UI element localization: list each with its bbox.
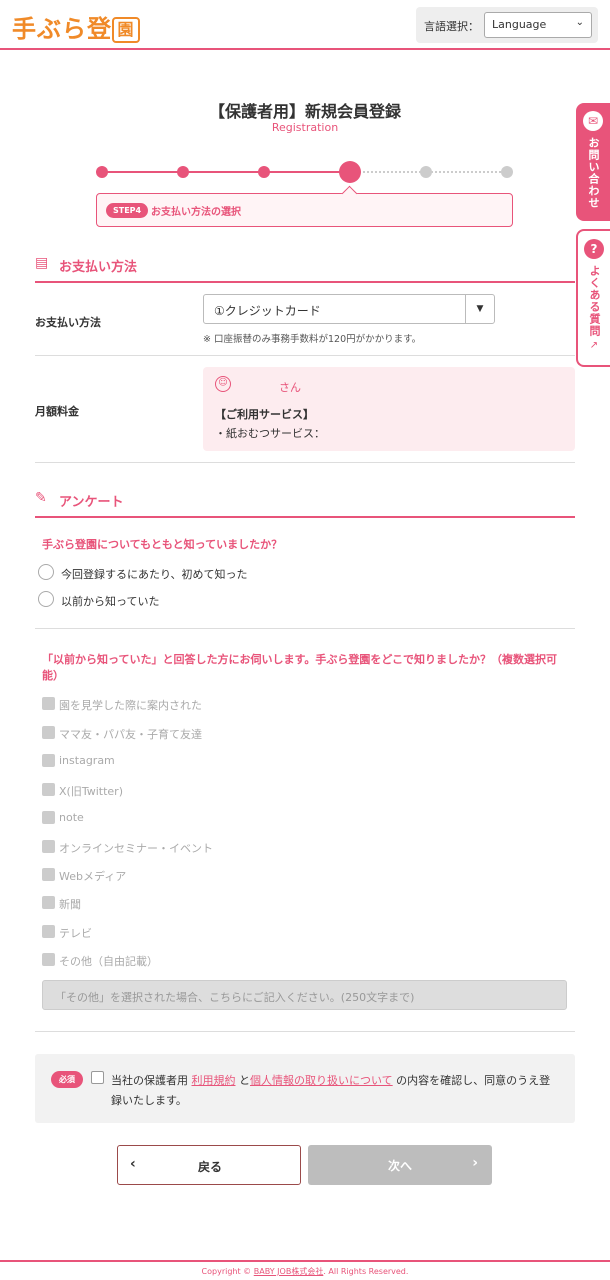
back-button[interactable]: ‹ 戻る <box>117 1145 301 1185</box>
service-title: 【ご利用サービス】 <box>215 408 314 421</box>
terms-link[interactable]: 利用規約 <box>192 1074 236 1087</box>
checkbox-label: X(旧Twitter) <box>59 785 123 798</box>
monthly-fee-box: ☺ さん 【ご利用サービス】 ・紙おむつサービス： <box>203 367 575 451</box>
faq-side-tab[interactable]: ? よくある質問 ↗ <box>576 229 610 367</box>
back-button-label: 戻る <box>197 1160 222 1174</box>
divider <box>35 355 575 356</box>
privacy-link[interactable]: 個人情報の取り扱いについて <box>250 1074 393 1087</box>
step-dot-2 <box>177 166 189 178</box>
monthly-fee-label: 月額料金 <box>35 405 79 418</box>
question-icon: ? <box>584 239 604 259</box>
child-face-icon: ☺ <box>215 376 231 392</box>
radio-first-time[interactable] <box>38 564 54 580</box>
company-link[interactable]: BABY JOB株式会社 <box>254 1267 324 1276</box>
checkbox-option[interactable] <box>42 953 55 966</box>
checkbox-option[interactable] <box>42 840 55 853</box>
survey-section-title: アンケート <box>59 495 124 510</box>
payment-section-title: お支払い方法 <box>59 260 138 275</box>
divider <box>35 1031 575 1032</box>
checkbox-label: テレビ <box>59 927 92 940</box>
checkbox-label: instagram <box>59 754 115 767</box>
logo-house-icon: 園 <box>112 17 140 43</box>
credit-card-icon: ▤ <box>35 255 49 271</box>
current-step-box: STEP4 お支払い方法の選択 <box>96 193 513 227</box>
checkbox-label: 園を見学した際に案内された <box>59 699 202 712</box>
language-selector-box: 言語選択： Language ⌄ <box>416 7 598 43</box>
agreement-text-pre: 当社の保護者用 <box>111 1074 188 1087</box>
survey-question-1: 手ぶら登園についてもともと知っていましたか？ <box>42 538 283 551</box>
language-label: 言語選択： <box>424 20 479 33</box>
checkbox-option[interactable] <box>42 783 55 796</box>
divider <box>35 462 575 463</box>
language-select-value: Language <box>492 18 547 31</box>
page-subtitle: Registration <box>271 121 339 134</box>
checkbox-option[interactable] <box>42 754 55 767</box>
step-progress <box>96 160 516 184</box>
checkbox-option[interactable] <box>42 697 55 710</box>
checkbox-label: オンラインセミナー・イベント <box>59 842 213 855</box>
pencil-icon: ✎ <box>35 490 47 506</box>
service-item: ・紙おむつサービス： <box>215 427 325 440</box>
checkbox-label: ママ友・パパ友・子育て友達 <box>59 728 202 741</box>
payment-note: ※ 口座振替のみ事務手数料が120円がかかります。 <box>203 334 422 345</box>
radio-label-first-time: 今回登録するにあたり、初めて知った <box>61 568 248 581</box>
other-free-text-input[interactable]: 「その他」を選択された場合、こちらにご記入ください。(250文字まで) <box>42 980 567 1010</box>
next-button[interactable]: 次へ › <box>308 1145 492 1185</box>
agreement-text: 当社の保護者用 利用規約 と個人情報の取り扱いについて の内容を確認し、同意のう… <box>111 1071 561 1111</box>
divider <box>35 628 575 629</box>
page-title: 【保護者用】新規会員登録 <box>208 102 401 121</box>
checkbox-option[interactable] <box>42 726 55 739</box>
copyright-pre: Copyright © <box>201 1267 254 1276</box>
step-dot-5 <box>420 166 432 178</box>
checkbox-option[interactable] <box>42 925 55 938</box>
header: 手ぶら登園 言語選択： Language ⌄ <box>0 0 610 50</box>
checkbox-label: 新聞 <box>59 898 81 911</box>
payment-method-value: ①クレジットカード <box>214 304 321 318</box>
payment-method-select[interactable]: ①クレジットカード ▼ <box>203 294 495 324</box>
step-dot-3 <box>258 166 270 178</box>
external-link-icon: ↗ <box>589 340 599 351</box>
step-dot-6 <box>501 166 513 178</box>
agreement-checkbox[interactable] <box>91 1071 104 1084</box>
chevron-down-icon: ⌄ <box>575 17 584 28</box>
agreement-text-mid: と <box>239 1074 250 1087</box>
checkbox-option[interactable] <box>42 868 55 881</box>
child-name-suffix: さん <box>279 381 301 394</box>
required-badge: 必須 <box>51 1071 83 1088</box>
next-button-label: 次へ <box>387 1159 412 1173</box>
survey-question-2: 「以前から知っていた」と回答した方にお伺いします。手ぶら登園をどこで知りましたか… <box>42 653 558 682</box>
checkbox-label: Webメディア <box>59 870 127 883</box>
agreement-box: 必須 当社の保護者用 利用規約 と個人情報の取り扱いについて の内容を確認し、同… <box>35 1054 575 1123</box>
contact-label: お問い合わせ <box>587 137 600 209</box>
payment-section-header: ▤ お支払い方法 <box>35 253 575 283</box>
footer: Copyright © BABY JOB株式会社. All Rights Res… <box>0 1260 610 1280</box>
step-dot-1 <box>96 166 108 178</box>
survey-section-header: ✎ アンケート <box>35 488 575 518</box>
checkbox-label: その他（自由記載） <box>59 955 158 968</box>
radio-label-known-before: 以前から知っていた <box>61 595 160 608</box>
logo[interactable]: 手ぶら登園 <box>12 9 140 44</box>
caret-down-icon: ▼ <box>465 295 494 323</box>
checkbox-option[interactable] <box>42 811 55 824</box>
chevron-right-icon: › <box>472 1155 478 1171</box>
step-text: お支払い方法の選択 <box>151 207 241 218</box>
faq-label: よくある質問 <box>588 265 601 337</box>
copyright-post: . All Rights Reserved. <box>323 1267 409 1276</box>
language-select[interactable]: Language ⌄ <box>484 12 592 38</box>
checkbox-option[interactable] <box>42 896 55 909</box>
checkbox-label: note <box>59 811 84 824</box>
step-badge: STEP4 <box>106 203 149 218</box>
payment-method-label: お支払い方法 <box>35 316 101 329</box>
step-dot-4-current <box>339 161 361 183</box>
progress-line-done <box>102 171 352 173</box>
radio-known-before[interactable] <box>38 591 54 607</box>
